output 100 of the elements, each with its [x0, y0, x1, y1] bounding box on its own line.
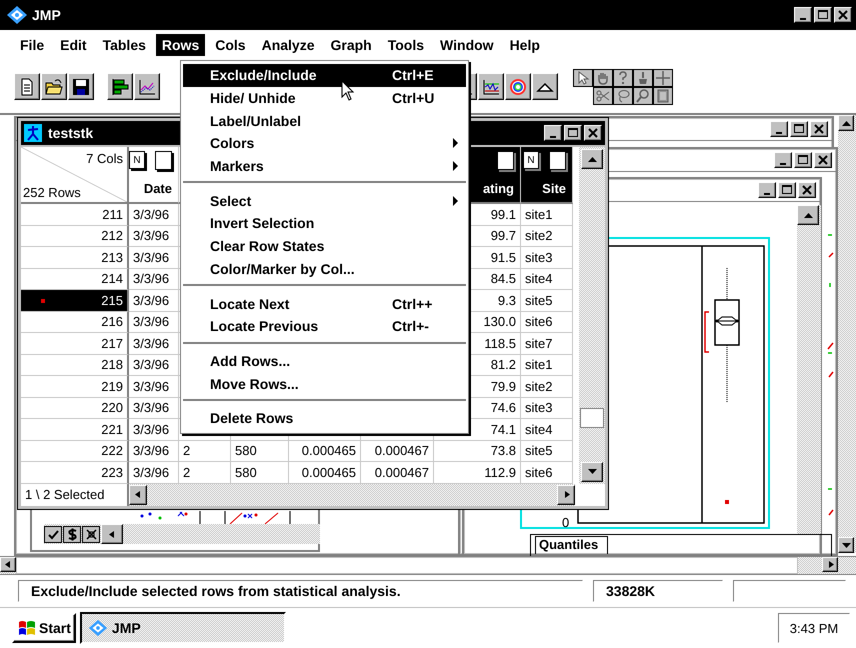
row-number[interactable]: 222 — [21, 440, 129, 462]
maximize-button[interactable] — [794, 152, 812, 168]
table-cell: 3/3/96 — [129, 354, 179, 376]
clock: 3:43 PM — [778, 613, 850, 643]
menu-item[interactable]: Cols — [209, 34, 252, 56]
close-button[interactable] — [584, 125, 602, 141]
modeling-type-icon[interactable] — [497, 151, 514, 170]
row-number[interactable]: 218 — [21, 354, 129, 376]
menu-item[interactable]: Tools — [382, 34, 430, 56]
brush-tool-button[interactable] — [633, 68, 653, 86]
scroll-thumb[interactable] — [580, 408, 604, 428]
scroll-right-button[interactable] — [557, 484, 575, 504]
row-number[interactable]: 212 — [21, 226, 129, 247]
new-document-button[interactable] — [14, 73, 40, 100]
scroll-left-button[interactable] — [0, 557, 16, 572]
scroll-bar[interactable] — [0, 556, 856, 574]
scroll-left-button[interactable] — [101, 524, 123, 544]
triangle-button[interactable] — [532, 73, 558, 100]
row-number[interactable]: 216 — [21, 312, 129, 333]
close-button[interactable] — [798, 182, 816, 198]
row-number[interactable]: 220 — [21, 398, 129, 419]
scroll-up-button[interactable] — [581, 149, 603, 169]
close-button[interactable] — [834, 7, 852, 23]
magnifier-tool-button[interactable] — [633, 86, 653, 104]
menu-item[interactable]: Help — [504, 34, 546, 56]
close-icon — [817, 155, 829, 165]
row-number[interactable]: 221 — [21, 419, 129, 440]
crosshair-tool-button[interactable] — [653, 68, 673, 86]
check-button[interactable] — [44, 526, 62, 542]
row-number[interactable]: 213 — [21, 247, 129, 268]
scroll-down-button[interactable] — [838, 537, 854, 553]
maximize-button[interactable] — [778, 182, 796, 198]
menu-item[interactable]: Label/Unlabel — [183, 109, 466, 132]
scroll-up-button[interactable] — [797, 205, 819, 225]
close-button[interactable] — [810, 121, 828, 137]
bar-chart-button[interactable] — [107, 73, 133, 100]
table-cell: 3/3/96 — [129, 398, 179, 419]
line-chart-button[interactable] — [134, 73, 160, 100]
exclude-icon — [84, 528, 98, 540]
bar-chart-icon — [111, 78, 129, 96]
close-button[interactable] — [814, 152, 832, 168]
magnifier-icon — [636, 88, 650, 102]
maximize-icon — [781, 185, 793, 195]
report-heading[interactable]: Quantiles — [535, 536, 608, 554]
start-button[interactable]: Start — [12, 613, 76, 643]
taskbar-button[interactable]: JMP — [80, 612, 286, 644]
column-header[interactable]: N Site — [521, 147, 573, 204]
menu-item[interactable]: Hide/ Unhide Ctrl+U — [183, 86, 466, 110]
maximize-button[interactable] — [790, 121, 808, 137]
menu-item[interactable]: Rows — [156, 34, 206, 56]
scroll-left-button[interactable] — [129, 484, 147, 504]
menu-item[interactable]: Analyze — [256, 34, 320, 56]
control-chart-button[interactable] — [478, 73, 504, 100]
scroll-down-button[interactable] — [581, 462, 603, 482]
arrow-tool-button[interactable] — [573, 68, 593, 86]
maximize-button[interactable] — [814, 7, 832, 23]
row-number[interactable]: 219 — [21, 376, 129, 398]
exclude-button[interactable] — [82, 526, 100, 542]
annotate-tool-button[interactable] — [653, 86, 673, 104]
menu-item[interactable]: Graph — [324, 34, 378, 56]
minimize-button[interactable] — [758, 182, 776, 198]
table-cell: 580 — [231, 440, 289, 462]
menu-item[interactable]: Edit — [54, 34, 93, 56]
hand-tool-button[interactable] — [593, 68, 613, 86]
minimize-button[interactable] — [774, 152, 792, 168]
table-cell: 3/3/96 — [129, 376, 179, 398]
scroll-right-button[interactable] — [822, 557, 838, 572]
row-number[interactable]: 215 — [21, 290, 129, 312]
contour-button[interactable] — [505, 73, 531, 100]
maximize-icon — [567, 128, 579, 138]
modeling-type-icon[interactable] — [155, 151, 172, 170]
close-icon — [837, 10, 849, 20]
menu-item[interactable]: Tables — [96, 34, 152, 56]
modeling-type-icon[interactable] — [549, 151, 566, 170]
scroll-up-button[interactable] — [838, 115, 854, 131]
menu-item[interactable]: File — [14, 34, 50, 56]
lasso-tool-button[interactable] — [613, 86, 633, 104]
menu-item[interactable]: Window — [434, 34, 500, 56]
dollar-button[interactable] — [63, 526, 81, 542]
column-header[interactable]: N Date — [129, 147, 179, 204]
close-icon — [813, 124, 825, 134]
maximize-button[interactable] — [564, 125, 582, 141]
scroll-bar[interactable] — [838, 115, 856, 553]
minimize-button[interactable] — [770, 121, 788, 137]
brush-icon — [636, 70, 650, 84]
row-number[interactable]: 217 — [21, 333, 129, 354]
minimize-button[interactable] — [794, 7, 812, 23]
row-number[interactable]: 211 — [21, 204, 129, 226]
menu-item[interactable]: Exclude/Include Ctrl+E — [183, 64, 466, 87]
scissors-tool-button[interactable] — [593, 86, 613, 104]
data-type-badge[interactable]: N — [129, 151, 145, 169]
minimize-button[interactable] — [544, 125, 562, 141]
scroll-bar[interactable] — [129, 484, 605, 506]
open-folder-button[interactable] — [41, 73, 67, 100]
save-disk-button[interactable] — [68, 73, 94, 100]
data-type-badge[interactable]: N — [523, 151, 539, 169]
maximize-icon — [793, 124, 805, 134]
scroll-bar[interactable] — [579, 147, 605, 484]
help-tool-button[interactable] — [613, 68, 633, 86]
scroll-bar[interactable] — [797, 205, 821, 535]
